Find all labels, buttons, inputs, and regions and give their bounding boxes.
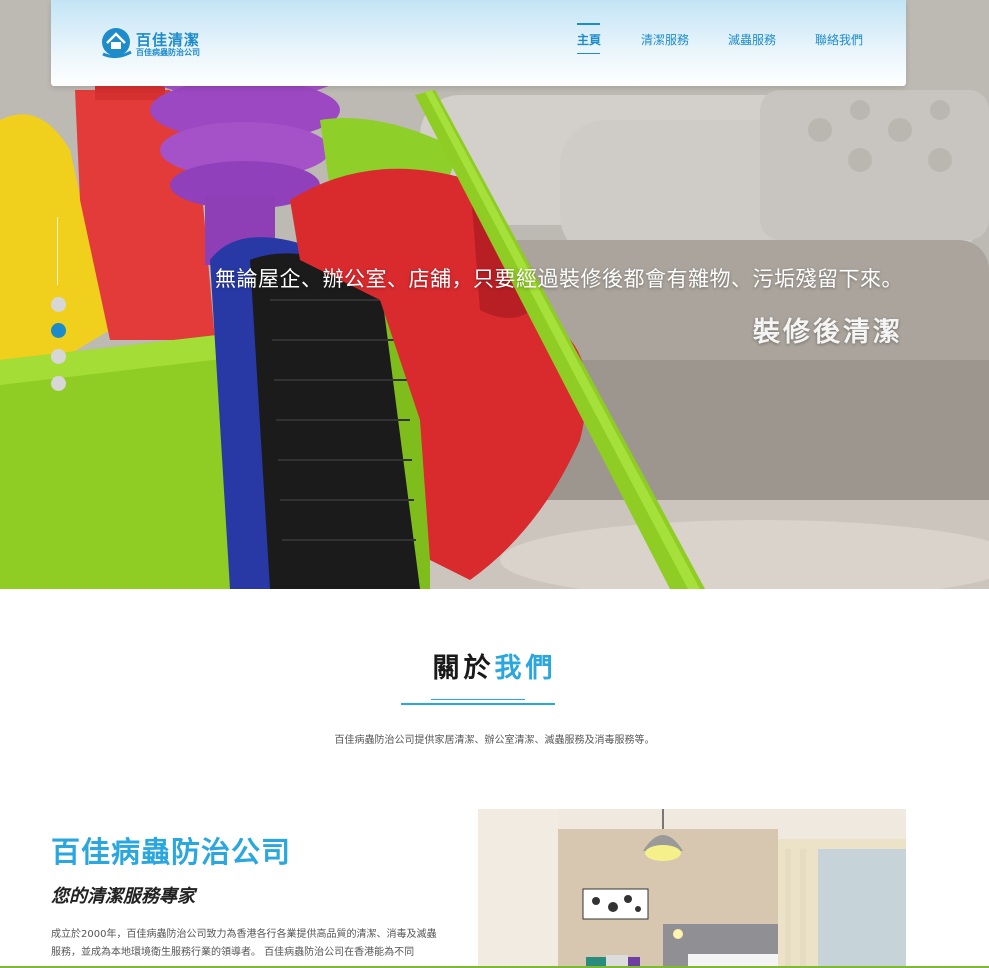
logo[interactable]: 百佳清潔 百佳病蟲防治公司 (101, 26, 211, 62)
about-title-dark: 關於 (432, 653, 495, 684)
nav-item-home[interactable]: 主頁 (577, 31, 601, 48)
nav-item-pest-control[interactable]: 滅蟲服務 (728, 31, 776, 48)
about-title-blue: 我們 (494, 653, 557, 684)
nav-active-indicator-top (577, 23, 600, 25)
slider-dot-2[interactable] (51, 323, 66, 338)
slider-dot-1[interactable] (51, 297, 66, 312)
bedroom-photo-image (478, 809, 906, 968)
about-title: 關於我們 (0, 646, 989, 685)
about-description: 百佳病蟲防治公司提供家居清潔、辦公室清潔、滅蟲服務及消毒服務等。 (334, 735, 655, 746)
slider-indicator-line (57, 217, 58, 285)
nav-item-cleaning[interactable]: 清潔服務 (641, 31, 689, 48)
slider-dot-3[interactable] (51, 349, 66, 364)
hero-slider: 無論屋企、辦公室、店舖，只要經過裝修後都會有雜物、污垢殘留下來。 裝修後清潔 (0, 0, 989, 589)
hero-heading: 裝修後清潔 (753, 317, 903, 348)
company-name: 百佳病蟲防治公司 (51, 835, 292, 869)
nav-active-indicator-bottom (577, 53, 600, 54)
logo-house-icon (102, 28, 132, 59)
nav-item-contact[interactable]: 聯絡我們 (815, 31, 863, 48)
top-navbar: 百佳清潔 百佳病蟲防治公司 主頁 清潔服務 滅蟲服務 聯絡我們 (51, 0, 906, 86)
company-tagline: 您的清潔服務專家 (51, 886, 195, 907)
bedroom-photo (478, 809, 906, 968)
about-underline (401, 703, 555, 705)
hero-background-image (0, 0, 989, 589)
about-underline-inner (431, 699, 525, 700)
slider-dot-4[interactable] (51, 376, 66, 391)
company-body-text: 成立於2000年，百佳病蟲防治公司致力為香港各行各業提供高品質的清潔、消毒及滅蟲… (51, 929, 437, 958)
hero-caption: 無論屋企、辦公室、店舖，只要經過裝修後都會有雜物、污垢殘留下來。 (215, 267, 903, 291)
logo-subtitle: 百佳病蟲防治公司 (136, 48, 200, 57)
